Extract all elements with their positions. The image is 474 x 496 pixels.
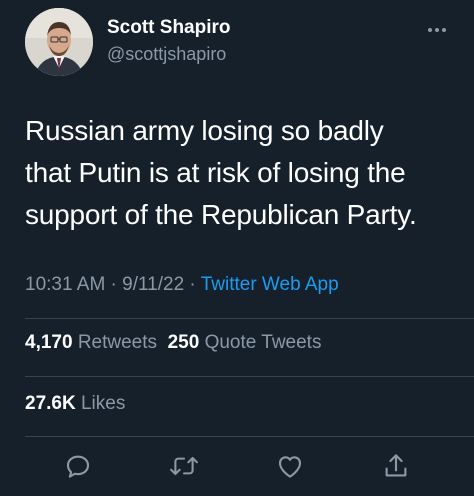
avatar[interactable] <box>25 8 93 76</box>
tweet-text-line: that Putin is at risk of losing the <box>25 157 406 188</box>
display-name[interactable]: Scott Shapiro <box>107 17 231 39</box>
retweets-label: Retweets <box>77 332 158 353</box>
likes-label: Likes <box>80 393 126 414</box>
divider <box>25 318 474 319</box>
tweet-text-line: support of the Republican Party. <box>25 199 417 230</box>
avatar-photo <box>25 8 93 76</box>
tweet-text-line: Russian army losing so badly <box>25 115 384 146</box>
tweet-meta: 10:31 AM · 9/11/22 · Twitter Web App <box>25 274 339 296</box>
like-stats: 27.6K Likes <box>25 393 125 415</box>
quote-tweets-link[interactable]: 250 Quote Tweets <box>168 332 322 353</box>
divider <box>25 376 474 377</box>
quotes-count: 250 <box>167 332 200 353</box>
likes-link[interactable]: 27.6K Likes <box>25 393 125 414</box>
meta-separator: · <box>105 274 123 295</box>
heart-icon[interactable] <box>270 446 310 486</box>
more-icon[interactable] <box>422 22 452 38</box>
divider <box>25 436 474 437</box>
tweet-text: Russian army losing so badly that Putin … <box>25 110 455 236</box>
reply-icon[interactable] <box>58 446 98 486</box>
action-bar <box>0 446 474 486</box>
tweet-time[interactable]: 10:31 AM <box>25 274 105 295</box>
user-handle[interactable]: @scottjshapiro <box>107 44 226 65</box>
tweet-date[interactable]: 9/11/22 <box>122 274 184 295</box>
retweet-stats: 4,170 Retweets 250 Quote Tweets <box>25 332 321 354</box>
share-icon[interactable] <box>376 446 416 486</box>
likes-count: 27.6K <box>25 393 76 414</box>
tweet-source-link[interactable]: Twitter Web App <box>201 274 339 295</box>
retweets-count: 4,170 <box>25 332 73 353</box>
tweet-detail: Scott Shapiro @scottjshapiro Russian arm… <box>0 0 474 496</box>
meta-separator: · <box>184 274 201 295</box>
quotes-label: Quote Tweets <box>204 332 322 353</box>
retweet-icon[interactable] <box>164 446 204 486</box>
retweets-link[interactable]: 4,170 Retweets <box>25 332 157 353</box>
